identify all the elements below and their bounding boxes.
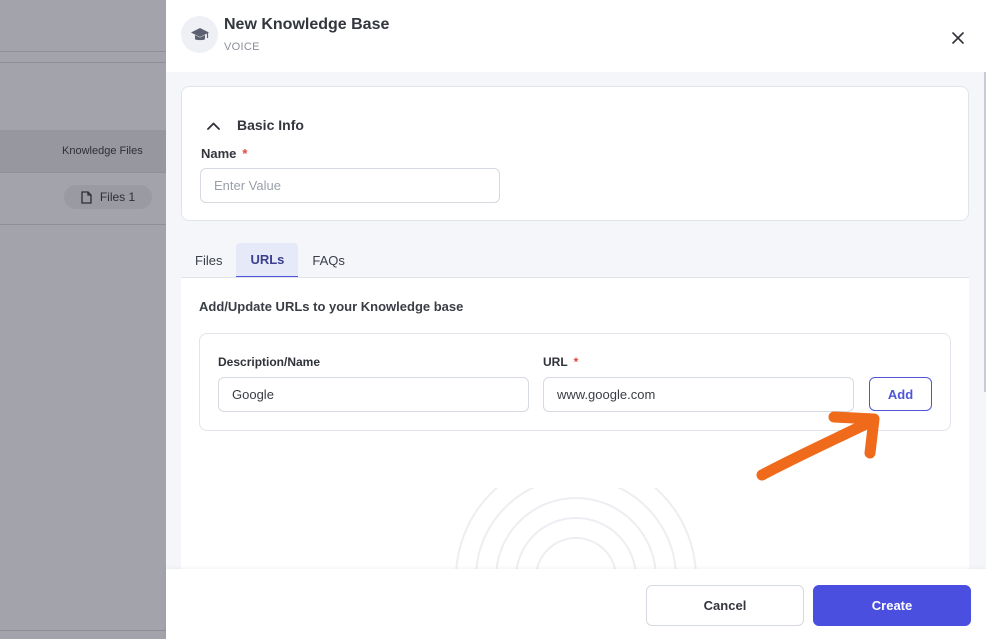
new-knowledge-base-drawer: New Knowledge Base VOICE Basic Info Name… [166, 0, 986, 639]
name-label: Name * [201, 146, 247, 161]
drawer-body: Basic Info Name * Files URLs FAQs Add/Upd… [166, 72, 986, 569]
divider [0, 51, 166, 52]
empty-state-illustration [455, 488, 697, 569]
url-label-text: URL [543, 355, 568, 369]
url-label: URL * [543, 355, 578, 369]
drawer-footer: Cancel Create [166, 569, 986, 639]
collapse-toggle[interactable] [204, 117, 222, 135]
required-mark: * [242, 146, 248, 161]
annotation-arrow-icon [756, 411, 880, 481]
name-label-text: Name [201, 146, 237, 161]
graduation-cap-icon [181, 16, 218, 53]
chevron-up-icon [206, 122, 220, 130]
close-button[interactable] [948, 28, 968, 48]
divider [0, 224, 166, 225]
description-input[interactable] [218, 377, 529, 412]
tab-files[interactable]: Files [181, 243, 236, 278]
tab-bar: Files URLs FAQs [181, 243, 359, 278]
tab-urls[interactable]: URLs [236, 243, 299, 278]
create-button[interactable]: Create [813, 585, 971, 626]
tab-faqs[interactable]: FAQs [298, 243, 359, 278]
cancel-button[interactable]: Cancel [646, 585, 804, 626]
section-title: Basic Info [237, 117, 304, 133]
divider [0, 62, 166, 63]
drawer-header: New Knowledge Base VOICE [166, 0, 986, 72]
file-icon [81, 190, 92, 204]
divider [0, 172, 166, 173]
urls-description: Add/Update URLs to your Knowledge base [199, 299, 464, 314]
files-chip[interactable]: Files 1 [64, 185, 152, 209]
drawer-subtitle: VOICE [224, 41, 260, 53]
description-label: Description/Name [218, 355, 321, 369]
name-input[interactable] [200, 168, 500, 203]
files-chip-label: Files 1 [99, 190, 136, 204]
basic-info-card: Basic Info Name * [181, 86, 969, 221]
drawer-title: New Knowledge Base [224, 16, 390, 33]
close-icon [952, 32, 964, 44]
divider [0, 630, 166, 631]
background-page: Knowledge Files Files 1 [0, 0, 166, 639]
required-mark: * [573, 355, 579, 369]
column-header-knowledge-files: Knowledge Files [62, 145, 143, 157]
